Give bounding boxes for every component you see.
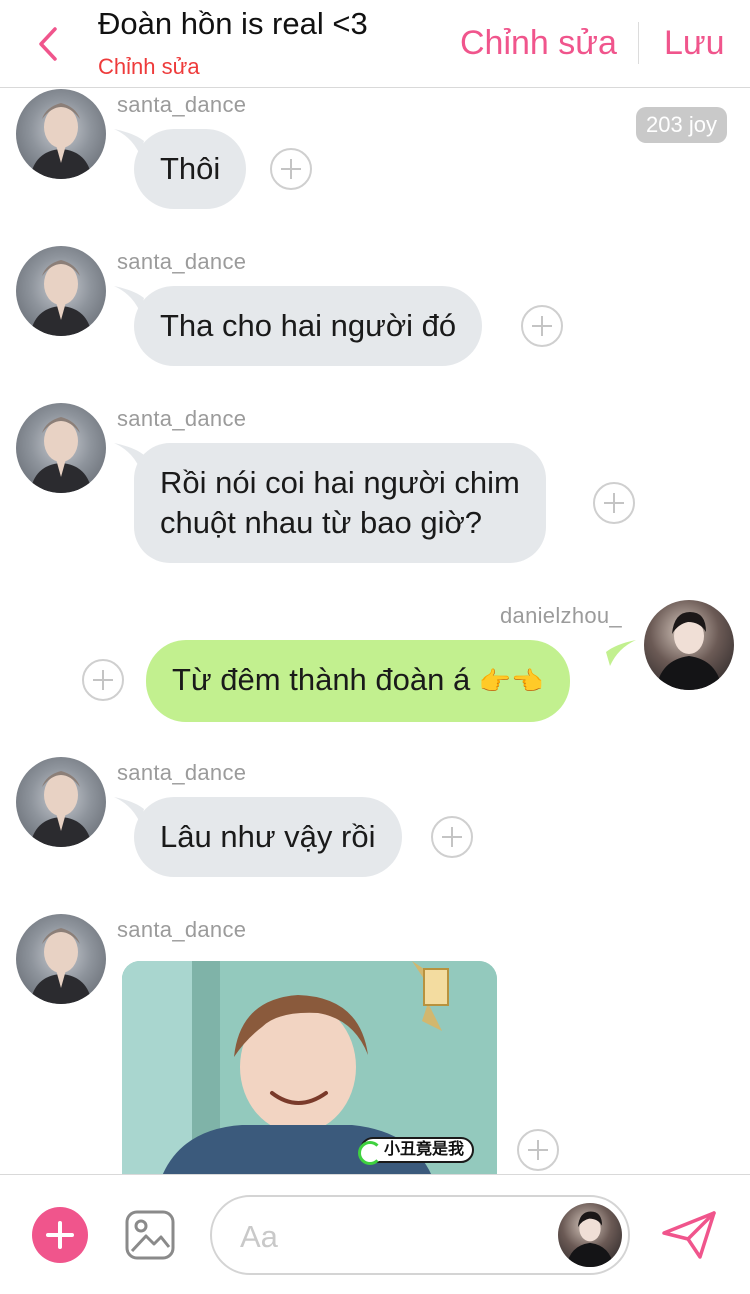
video-caption: 小丑竟是我: [357, 1137, 475, 1165]
react-plus-button[interactable]: [517, 1129, 559, 1171]
joy-badge: 203 joy: [636, 107, 727, 143]
add-attachment-button[interactable]: [32, 1207, 88, 1263]
message-text: Từ đêm thành đoàn á: [172, 662, 471, 697]
composer-bar: [0, 1174, 750, 1294]
send-icon: [662, 1211, 716, 1259]
message-username: santa_dance: [117, 249, 247, 274]
pointing-fingers-emoji: 👉👈: [478, 667, 544, 697]
image-icon: [125, 1210, 175, 1260]
avatar[interactable]: [16, 89, 106, 179]
bubble-tail: [606, 640, 636, 666]
message-username: santa_dance: [117, 917, 247, 942]
chat-subtitle[interactable]: Chỉnh sửa: [98, 54, 200, 80]
message-bubble[interactable]: Tha cho hai người đó: [134, 286, 483, 366]
chevron-left-icon: [39, 27, 57, 61]
message-username: santa_dance: [117, 92, 247, 117]
send-button[interactable]: [660, 1209, 718, 1261]
person-icon: [656, 612, 722, 690]
person-icon: [30, 928, 92, 1004]
person-icon: [30, 771, 92, 847]
composer-avatar[interactable]: [558, 1203, 622, 1267]
message-bubble[interactable]: Từ đêm thành đoàn á 👉👈: [146, 640, 570, 722]
avatar[interactable]: [16, 403, 106, 493]
avatar[interactable]: [16, 914, 106, 1004]
react-plus-button[interactable]: [521, 305, 563, 347]
message-username: santa_dance: [117, 760, 247, 785]
message-bubble[interactable]: Rồi nói coi hai người chim chuột nhau từ…: [134, 443, 546, 563]
message-input[interactable]: [240, 1215, 540, 1259]
avatar[interactable]: [16, 246, 106, 336]
react-plus-button[interactable]: [270, 148, 312, 190]
media-message[interactable]: 小丑竟是我: [122, 961, 497, 1174]
header-divider: [638, 22, 639, 64]
message-bubble[interactable]: Lâu như vậy rồi: [134, 797, 402, 877]
message-list[interactable]: 203 joy santa_dance Thôi santa_dance Tha…: [0, 89, 750, 1174]
edit-button[interactable]: Chỉnh sửa: [460, 24, 617, 63]
message-text-line: chuột nhau từ bao giờ?: [160, 505, 483, 540]
back-button[interactable]: [28, 22, 68, 66]
react-plus-button[interactable]: [431, 816, 473, 858]
message-username: santa_dance: [117, 406, 247, 431]
person-icon: [566, 1211, 614, 1267]
chat-header: Đoàn hồn is real <3 Chỉnh sửa Chỉnh sửa …: [0, 0, 750, 88]
avatar[interactable]: [644, 600, 734, 690]
save-button[interactable]: Lưu: [664, 24, 725, 63]
message-text-line: Rồi nói coi hai người chim: [160, 465, 520, 500]
person-icon: [30, 260, 92, 336]
chat-title: Đoàn hồn is real <3: [98, 6, 368, 41]
person-icon: [30, 103, 92, 179]
react-plus-button[interactable]: [82, 659, 124, 701]
image-picker-button[interactable]: [124, 1209, 176, 1261]
avatar[interactable]: [16, 757, 106, 847]
react-plus-button[interactable]: [593, 482, 635, 524]
message-username: danielzhou_: [500, 603, 622, 628]
message-bubble[interactable]: Thôi: [134, 129, 247, 209]
person-icon: [30, 417, 92, 493]
message-input-wrapper[interactable]: [210, 1195, 630, 1275]
